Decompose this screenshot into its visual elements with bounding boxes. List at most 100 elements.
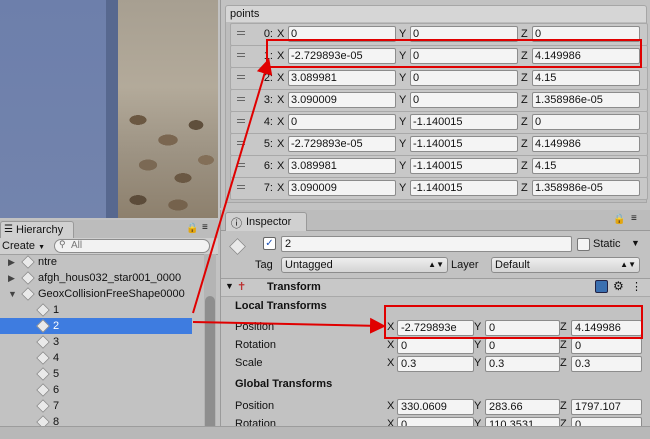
- tab-hierarchy[interactable]: ☰ Hierarchy: [0, 221, 74, 239]
- point-row[interactable]: 1: X -2.729893e-05 Y 0 Z 4.149986: [230, 45, 648, 68]
- point-x-field[interactable]: -2.729893e-05: [288, 48, 396, 64]
- scene-wall-edge: [106, 0, 118, 218]
- points-header[interactable]: points: [225, 5, 647, 23]
- hierarchy-item[interactable]: 1: [0, 302, 205, 318]
- menu-icon[interactable]: ≡: [202, 222, 208, 233]
- search-input[interactable]: ⚲ All: [54, 239, 210, 253]
- expand-down-icon[interactable]: ▼: [8, 286, 17, 302]
- point-x-field[interactable]: 3.090009: [288, 92, 396, 108]
- point-row[interactable]: 4: X 0 Y -1.140015 Z 0: [230, 111, 648, 134]
- expand-right-icon[interactable]: ▶: [8, 254, 15, 270]
- point-z-field[interactable]: 0: [532, 114, 640, 130]
- z-label: Z: [521, 160, 528, 172]
- local-rotation-z[interactable]: 0: [571, 338, 642, 354]
- global-position-z[interactable]: 1797.107: [571, 399, 642, 415]
- settings-menu-icon[interactable]: ⋮: [631, 280, 642, 293]
- point-y-field[interactable]: 0: [410, 26, 518, 42]
- local-position-y[interactable]: 0: [485, 320, 560, 336]
- hierarchy-item[interactable]: 7: [0, 398, 205, 414]
- local-position-z[interactable]: 4.149986: [571, 320, 642, 336]
- global-transforms-header: Global Transforms: [235, 378, 333, 390]
- y-label: Y: [399, 50, 407, 62]
- y-label: Y: [399, 138, 407, 150]
- point-index: 7:: [263, 182, 273, 194]
- gear-icon[interactable]: ⚙: [613, 279, 624, 293]
- global-position-x[interactable]: 330.0609: [397, 399, 474, 415]
- tab-inspector[interactable]: ⓘ Inspector: [225, 212, 307, 231]
- point-x-field[interactable]: 3.089981: [288, 70, 396, 86]
- point-x-field[interactable]: 0: [288, 114, 396, 130]
- drag-handle-icon[interactable]: [237, 166, 245, 167]
- tag-dropdown[interactable]: Untagged ▲▼: [281, 257, 448, 273]
- point-z-field[interactable]: 4.149986: [532, 48, 640, 64]
- point-z-field[interactable]: 4.15: [532, 70, 640, 86]
- point-row[interactable]: 3: X 3.090009 Y 0 Z 1.358986e-05: [230, 89, 648, 112]
- drag-handle-icon[interactable]: [237, 34, 245, 35]
- hierarchy-item[interactable]: ▶ ntre: [0, 254, 205, 270]
- point-z-field[interactable]: 1.358986e-05: [532, 92, 640, 108]
- drag-handle-icon[interactable]: [237, 144, 245, 145]
- point-index: 5:: [263, 138, 273, 150]
- point-row[interactable]: 7: X 3.090009 Y -1.140015 Z 1.358986e-05: [230, 177, 648, 200]
- lock-icon[interactable]: 🔒: [613, 214, 625, 225]
- static-dropdown-icon[interactable]: ▼: [631, 238, 640, 248]
- point-x-field[interactable]: 0: [288, 26, 396, 42]
- object-name-field[interactable]: 2: [281, 236, 572, 252]
- x-label: X: [277, 182, 285, 194]
- point-x-field[interactable]: 3.090009: [288, 180, 396, 196]
- point-z-field[interactable]: 4.149986: [532, 136, 640, 152]
- point-y-field[interactable]: 0: [410, 92, 518, 108]
- hierarchy-item-selected[interactable]: 2: [0, 318, 192, 334]
- point-y-field[interactable]: 0: [410, 48, 518, 64]
- local-rotation-x[interactable]: 0: [397, 338, 474, 354]
- local-rotation-y[interactable]: 0: [485, 338, 560, 354]
- local-scale-y[interactable]: 0.3: [485, 356, 560, 372]
- point-row[interactable]: 0: X 0 Y 0 Z 0: [230, 23, 648, 46]
- book-icon[interactable]: [595, 280, 608, 293]
- gameobject-icon: [36, 319, 50, 333]
- point-x-field[interactable]: -2.729893e-05: [288, 136, 396, 152]
- expand-down-icon[interactable]: ▼: [225, 281, 234, 291]
- create-button[interactable]: Create ▼: [2, 240, 45, 252]
- hierarchy-item[interactable]: 5: [0, 366, 205, 382]
- point-z-field[interactable]: 1.358986e-05: [532, 180, 640, 196]
- point-row[interactable]: 6: X 3.089981 Y -1.140015 Z 4.15: [230, 155, 648, 178]
- local-position-x[interactable]: -2.729893e: [397, 320, 474, 336]
- scrollbar-thumb[interactable]: [205, 296, 215, 436]
- hierarchy-item[interactable]: 4: [0, 350, 205, 366]
- point-z-field[interactable]: 0: [532, 26, 640, 42]
- active-checkbox[interactable]: ✓: [263, 237, 276, 250]
- local-scale-z[interactable]: 0.3: [571, 356, 642, 372]
- point-z-field[interactable]: 4.15: [532, 158, 640, 174]
- scene-view[interactable]: [0, 0, 218, 218]
- point-y-field[interactable]: -1.140015: [410, 158, 518, 174]
- drag-handle-icon[interactable]: [237, 100, 245, 101]
- hierarchy-item-label: afgh_hous032_star001_0000: [38, 272, 182, 284]
- global-position-y[interactable]: 283.66: [485, 399, 560, 415]
- point-row[interactable]: 2: X 3.089981 Y 0 Z 4.15: [230, 67, 648, 90]
- point-x-field[interactable]: 3.089981: [288, 158, 396, 174]
- expand-right-icon[interactable]: ▶: [8, 270, 15, 286]
- hierarchy-scrollbar[interactable]: [204, 254, 216, 438]
- drag-handle-icon[interactable]: [237, 78, 245, 79]
- drag-handle-icon[interactable]: [237, 122, 245, 123]
- point-y-field[interactable]: -1.140015: [410, 136, 518, 152]
- hierarchy-item[interactable]: ▶ afgh_hous032_star001_0000: [0, 270, 205, 286]
- local-scale-x[interactable]: 0.3: [397, 356, 474, 372]
- layer-dropdown[interactable]: Default ▲▼: [491, 257, 640, 273]
- local-rotation-label: Rotation: [235, 339, 276, 351]
- drag-handle-icon[interactable]: [237, 56, 245, 57]
- drag-handle-icon[interactable]: [237, 188, 245, 189]
- hierarchy-item[interactable]: 3: [0, 334, 205, 350]
- lock-icon[interactable]: 🔒: [186, 223, 198, 234]
- z-label: Z: [521, 50, 528, 62]
- hierarchy-item[interactable]: ▼ GeoxCollisionFreeShape0000: [0, 286, 205, 302]
- transform-component-header[interactable]: ▼ ✝ Transform ⚙ ⋮: [221, 278, 650, 297]
- point-y-field[interactable]: 0: [410, 70, 518, 86]
- point-row[interactable]: 5: X -2.729893e-05 Y -1.140015 Z 4.14998…: [230, 133, 648, 156]
- menu-icon[interactable]: ≡: [631, 213, 637, 224]
- static-checkbox[interactable]: [577, 238, 590, 251]
- point-y-field[interactable]: -1.140015: [410, 180, 518, 196]
- point-y-field[interactable]: -1.140015: [410, 114, 518, 130]
- hierarchy-item[interactable]: 6: [0, 382, 205, 398]
